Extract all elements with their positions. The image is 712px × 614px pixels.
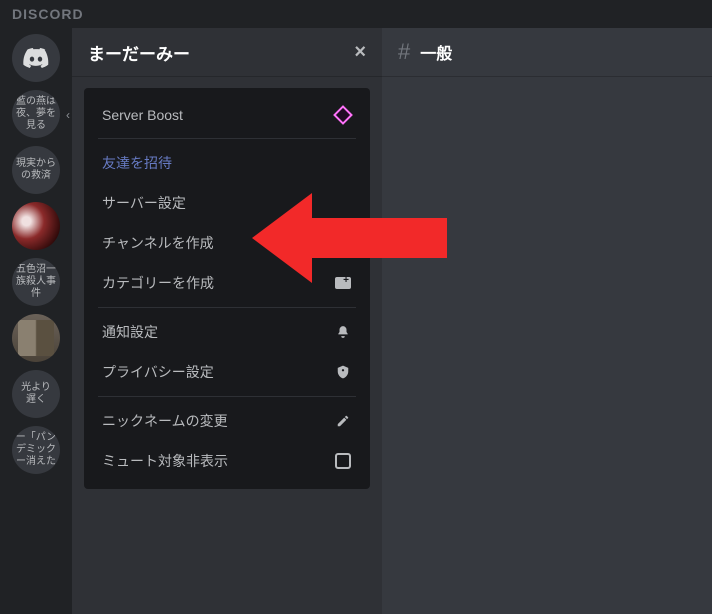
discord-logo-icon <box>22 48 50 68</box>
close-icon[interactable]: × <box>354 41 366 64</box>
menu-label: 通知設定 <box>102 322 158 342</box>
menu-label: カテゴリーを作成 <box>102 273 214 293</box>
pencil-icon <box>334 412 352 430</box>
home-server-icon[interactable] <box>12 34 60 82</box>
channel-header: # 一般 <box>382 28 712 76</box>
menu-hide-muted[interactable]: ミュート対象非表示 <box>92 441 362 481</box>
menu-privacy-settings[interactable]: プライバシー設定 <box>92 352 362 392</box>
menu-invite-friends[interactable]: 友達を招待 <box>92 143 362 183</box>
hash-icon: # <box>398 39 410 65</box>
menu-server-settings[interactable]: サーバー設定 <box>92 183 362 223</box>
menu-notification-settings[interactable]: 通知設定 <box>92 312 362 352</box>
menu-label: Server Boost <box>102 107 183 123</box>
menu-label: サーバー設定 <box>102 193 186 213</box>
content-area: # 一般 <box>382 28 712 614</box>
bell-icon <box>334 323 352 341</box>
menu-separator <box>98 138 356 139</box>
channel-name: 一般 <box>420 40 452 64</box>
channel-sidebar: まーだーみー × ‹ Server Boost 友達を招待 サーバー設定 チャン… <box>72 28 382 614</box>
menu-separator <box>98 396 356 397</box>
folder-plus-icon <box>334 274 352 292</box>
server-list: 藍の燕は 夜、夢を 見る 現実から の救済 五色沼一 族殺人事 件 光より 遅く… <box>0 28 72 614</box>
brand-logo: DISCORD <box>0 0 712 28</box>
server-icon[interactable]: 現実から の救済 <box>12 146 60 194</box>
boost-gem-icon <box>334 106 352 124</box>
server-header[interactable]: まーだーみー × <box>72 28 382 76</box>
server-dropdown-menu: Server Boost 友達を招待 サーバー設定 チャンネルを作成 + カテゴ… <box>84 88 370 489</box>
menu-label: チャンネルを作成 <box>102 233 214 253</box>
server-icon[interactable] <box>12 314 60 362</box>
menu-create-category[interactable]: カテゴリーを作成 <box>92 263 362 303</box>
menu-label: ミュート対象非表示 <box>102 451 228 471</box>
menu-create-channel[interactable]: チャンネルを作成 + <box>92 223 362 263</box>
server-icon[interactable] <box>12 202 60 250</box>
menu-label: ニックネームの変更 <box>102 411 228 431</box>
menu-separator <box>98 307 356 308</box>
menu-label: プライバシー設定 <box>102 362 214 382</box>
menu-change-nickname[interactable]: ニックネームの変更 <box>92 401 362 441</box>
checkbox-empty-icon <box>334 452 352 470</box>
server-icon[interactable]: ー「パン デミック ー消えた <box>12 426 60 474</box>
server-icon[interactable]: 五色沼一 族殺人事 件 <box>12 258 60 306</box>
collapse-chevron-icon[interactable]: ‹ <box>66 108 70 122</box>
menu-label: 友達を招待 <box>102 153 172 173</box>
server-name: まーだーみー <box>88 40 190 65</box>
menu-server-boost[interactable]: Server Boost <box>92 96 362 134</box>
server-icon[interactable]: 光より 遅く <box>12 370 60 418</box>
server-icon[interactable]: 藍の燕は 夜、夢を 見る <box>12 90 60 138</box>
plus-circle-icon: + <box>334 234 352 252</box>
shield-icon <box>334 363 352 381</box>
